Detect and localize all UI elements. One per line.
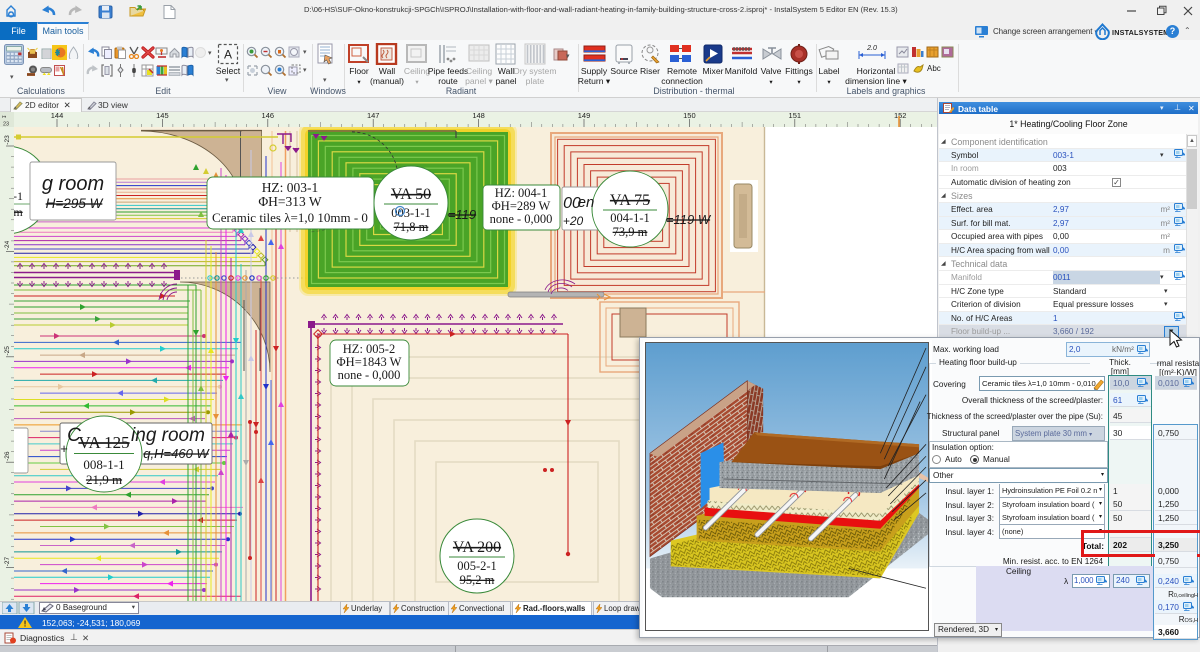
svg-text:=119 W: =119 W [666,212,712,227]
svg-text:-27: -27 [4,557,11,567]
svg-text:+: + [60,441,68,456]
svg-text:none - 0,000: none - 0,000 [490,212,553,226]
svg-text:152: 152 [894,112,907,120]
svg-text:Ceramic tiles λ=1,0 10mm - 0: Ceramic tiles λ=1,0 10mm - 0 [212,210,368,225]
svg-text:005-2-1: 005-2-1 [457,559,497,573]
svg-text:-26: -26 [4,451,11,461]
svg-text:71,8 m: 71,8 m [394,220,429,234]
svg-text:q,H=460 W: q,H=460 W [143,446,210,461]
svg-text:+20: +20 [563,214,584,228]
svg-text:HZ: 004-1: HZ: 004-1 [495,186,547,200]
svg-text:144: 144 [51,112,64,120]
svg-text:VA 125: VA 125 [78,433,129,452]
svg-text:ΦH=1843 W: ΦH=1843 W [337,355,402,369]
svg-text:none - 0,000: none - 0,000 [338,368,401,382]
svg-text:148: 148 [472,112,485,120]
svg-text:en: en [578,194,595,211]
svg-text:008-1-1: 008-1-1 [83,457,124,472]
svg-text:-24: -24 [4,240,11,250]
svg-text:g room: g room [42,173,104,195]
svg-text:VA 200: VA 200 [453,539,501,556]
svg-text:150: 150 [683,112,696,120]
svg-text:!: ! [24,619,27,629]
svg-text:151: 151 [789,112,802,120]
svg-text:VA 75: VA 75 [610,192,650,209]
svg-text:A: A [224,48,232,62]
svg-text:HZ: 005-2: HZ: 005-2 [343,342,395,356]
svg-text:ΦH=289 W: ΦH=289 W [492,199,551,213]
svg-text:146: 146 [262,112,275,120]
svg-text:2.0: 2.0 [866,45,877,52]
svg-text:95,2 m: 95,2 m [460,573,495,587]
svg-text:004-1-1: 004-1-1 [610,211,650,225]
svg-text:=119: =119 [448,207,476,222]
svg-text:-25: -25 [4,346,11,356]
svg-text:H=295 W: H=295 W [46,196,104,211]
svg-text:ing room: ing room [131,425,205,446]
svg-text:-23: -23 [4,135,11,145]
svg-text:HZ: 003-1: HZ: 003-1 [262,180,319,195]
svg-text:145: 145 [156,112,169,120]
svg-text:23: 23 [3,122,9,128]
svg-text:149: 149 [578,112,591,120]
svg-text:73,9 m: 73,9 m [613,225,648,239]
svg-text:ΦH=313 W: ΦH=313 W [258,194,322,209]
svg-text:↦: ↦ [2,115,6,121]
svg-text:147: 147 [367,112,380,120]
svg-text:m: m [13,205,23,219]
svg-text:21,9 m: 21,9 m [86,472,122,487]
svg-text:VA 50: VA 50 [391,186,431,203]
